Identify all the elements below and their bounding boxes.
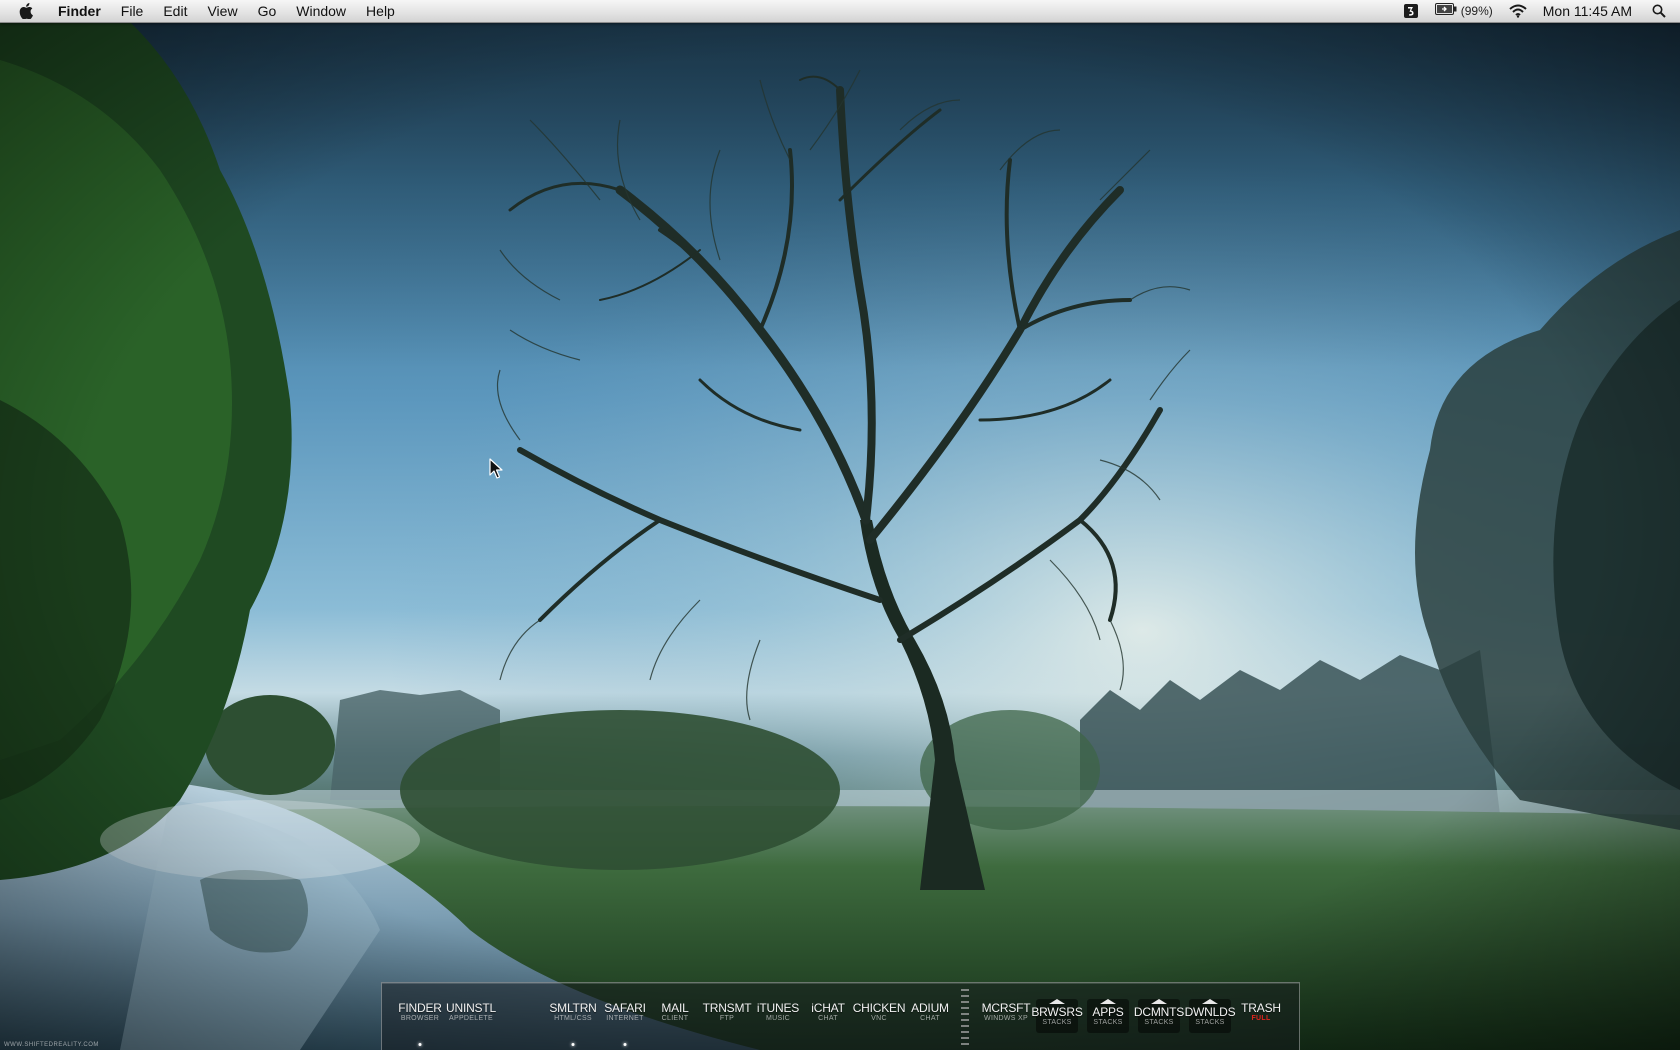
status-app-icon[interactable] — [1395, 0, 1427, 22]
menu-go[interactable]: Go — [248, 0, 287, 22]
wifi-icon[interactable] — [1501, 0, 1535, 22]
spotlight-search-icon[interactable] — [1644, 0, 1680, 22]
dock-item-label: DCMNTS — [1133, 1005, 1185, 1019]
dock-item-label: SMLTRN — [549, 1001, 597, 1015]
dock-item-sublabel: STACKS — [1093, 1019, 1123, 1026]
stack-indicator-icon — [1202, 999, 1218, 1004]
dock-item-sublabel: FTP — [719, 1015, 735, 1022]
desktop: Finder File Edit View Go Window Help (99… — [0, 0, 1680, 1050]
dock: FINDER BROWSER UNINSTL APPDELETE SMLTRN … — [381, 982, 1300, 1050]
dock-item-sublabel: APPDELETE — [449, 1015, 493, 1022]
dock-item-sublabel: CHAT — [920, 1015, 940, 1022]
dock-item-sublabel: WINDWS XP — [984, 1015, 1028, 1022]
running-indicator-smltrn — [571, 1043, 575, 1046]
trash-status-label: FULL — [1251, 1015, 1271, 1022]
dock-item-label: iTUNES — [756, 1001, 800, 1015]
dock-item-label: SAFARI — [604, 1001, 646, 1015]
dock-item-trnsmt[interactable]: TRNSMT FTP — [703, 1001, 752, 1022]
dock-item-trash[interactable]: TRASH FULL — [1241, 1001, 1281, 1022]
menu-bar: Finder File Edit View Go Window Help (99… — [0, 0, 1680, 23]
dock-item-label: FINDER — [398, 1001, 442, 1015]
dock-item-sublabel: CHAT — [818, 1015, 838, 1022]
dock-item-sublabel: STACKS — [1042, 1019, 1072, 1026]
dock-separator[interactable] — [961, 989, 969, 1045]
menu-app-name[interactable]: Finder — [48, 0, 111, 22]
dock-item-label: iCHAT — [811, 1001, 845, 1015]
dock-item-smltrn[interactable]: SMLTRN HTML/CSS — [549, 1001, 596, 1022]
menu-window[interactable]: Window — [286, 0, 356, 22]
menu-file[interactable]: File — [111, 0, 154, 22]
dock-item-ichat[interactable]: iCHAT CHAT — [811, 1001, 845, 1022]
wallpaper-watermark: WWW.SHIFTEDREALITY.COM — [4, 1042, 99, 1048]
dock-item-safari[interactable]: SAFARI INTERNET — [604, 1001, 646, 1022]
dock-item-uninstl[interactable]: UNINSTL APPDELETE — [446, 1001, 496, 1022]
dock-item-label: TRNSMT — [702, 1001, 752, 1015]
dock-item-sublabel: STACKS — [1195, 1019, 1225, 1026]
dock-item-label: MCRSFT — [981, 1001, 1031, 1015]
dock-stack-documents[interactable]: DCMNTS STACKS — [1134, 1005, 1184, 1026]
menu-edit[interactable]: Edit — [153, 0, 197, 22]
menu-view[interactable]: View — [197, 0, 247, 22]
dock-item-sublabel: STACKS — [1144, 1019, 1174, 1026]
stack-indicator-icon — [1049, 999, 1065, 1004]
desktop-wallpaper — [0, 0, 1680, 1050]
running-indicator-finder — [418, 1043, 422, 1046]
battery-percent: (99%) — [1460, 4, 1493, 18]
dock-item-sublabel: HTML/CSS — [554, 1015, 592, 1022]
dock-item-label: DWNLDS — [1184, 1005, 1236, 1019]
dock-item-sublabel: VNC — [871, 1015, 887, 1022]
battery-status[interactable]: (99%) — [1427, 0, 1501, 22]
dock-item-label: CHICKEN — [852, 1001, 906, 1015]
dock-item-sublabel: INTERNET — [606, 1015, 644, 1022]
menu-clock[interactable]: Mon 11:45 AM — [1535, 0, 1644, 22]
stack-indicator-icon — [1100, 999, 1116, 1004]
dock-item-label: UNINSTL — [446, 1001, 496, 1015]
apple-logo-icon[interactable] — [16, 0, 36, 22]
battery-charging-icon — [1434, 0, 1457, 22]
dock-item-chicken[interactable]: CHICKEN VNC — [853, 1001, 906, 1022]
dock-item-mail[interactable]: MAIL CLIENT — [661, 1001, 688, 1022]
stack-indicator-icon — [1151, 999, 1167, 1004]
dock-item-sublabel: MUSIC — [765, 1015, 791, 1022]
running-indicator-safari — [623, 1043, 627, 1046]
dock-item-label: ADIUM — [911, 1001, 949, 1015]
dock-item-label: MAIL — [661, 1001, 689, 1015]
dock-stack-browsers[interactable]: BRWSRS STACKS — [1031, 1005, 1082, 1026]
menu-help[interactable]: Help — [356, 0, 405, 22]
dock-item-label: BRWSRS — [1031, 1005, 1083, 1019]
dock-item-label: TRASH — [1241, 1001, 1281, 1015]
dock-item-mcrsft[interactable]: MCRSFT WINDWS XP — [982, 1001, 1031, 1022]
dock-item-adium[interactable]: ADIUM CHAT — [911, 1001, 949, 1022]
dock-item-finder[interactable]: FINDER BROWSER — [398, 1001, 442, 1022]
dock-stack-downloads[interactable]: DWNLDS STACKS — [1185, 1005, 1236, 1026]
mouse-pointer-icon — [489, 458, 503, 480]
dock-item-itunes[interactable]: iTUNES MUSIC — [757, 1001, 799, 1022]
dock-item-sublabel: CLIENT — [661, 1015, 689, 1022]
dock-item-label: APPS — [1092, 1005, 1124, 1019]
dock-stack-apps[interactable]: APPS STACKS — [1092, 1005, 1123, 1026]
dock-item-sublabel: BROWSER — [400, 1015, 440, 1022]
